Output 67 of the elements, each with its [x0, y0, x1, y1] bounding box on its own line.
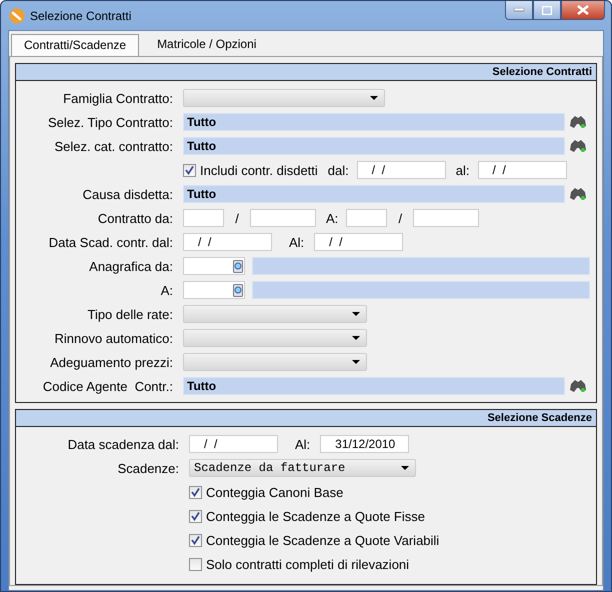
checkbox[interactable]: [183, 164, 196, 176]
section-title: Selezione Scadenze: [487, 412, 592, 424]
checkbox[interactable]: [189, 558, 202, 570]
date-field[interactable]: / /: [478, 161, 566, 179]
field-label: dal:: [328, 162, 349, 178]
input-field[interactable]: [346, 209, 388, 227]
search-icon[interactable]: [233, 260, 243, 272]
field-label: Anagrafica da:: [88, 258, 173, 274]
window-title: Selezione Contratti: [30, 8, 132, 22]
close-button[interactable]: [561, 1, 605, 20]
app-icon: [9, 8, 25, 24]
checkbox[interactable]: [189, 510, 202, 522]
field-label: Selez. cat. contratto:: [53, 138, 173, 154]
caret-icon: [352, 312, 360, 316]
checkbox-label: Conteggia le Scadenze a Quote Fisse: [206, 508, 425, 524]
field-label: A:: [326, 210, 338, 226]
minimize-button[interactable]: [505, 1, 533, 20]
caret-icon: [370, 96, 378, 100]
input-field[interactable]: [250, 209, 316, 227]
date-field[interactable]: / /: [356, 161, 446, 179]
close-icon: [577, 5, 589, 15]
tab[interactable]: Matricole / Opzioni: [145, 34, 268, 56]
field-label: Famiglia Contratto:: [62, 90, 173, 106]
input-field[interactable]: [183, 209, 224, 227]
field-label: Selez. Tipo Contratto:: [46, 114, 173, 130]
date-field[interactable]: 31/12/2010: [320, 435, 410, 453]
field-label: Data scadenza dal:: [66, 436, 179, 452]
maximize-button[interactable]: [533, 1, 561, 20]
field-label: A:: [160, 282, 173, 298]
search-icon[interactable]: [233, 284, 243, 296]
field-label: Adeguamento prezzi:: [49, 354, 173, 370]
field-label: Scadenze:: [116, 460, 179, 476]
field-label: Rinnovo automatico:: [53, 330, 173, 346]
date-field[interactable]: / /: [183, 233, 272, 251]
field-label: Causa disdetta:: [82, 186, 173, 202]
checkbox[interactable]: [189, 534, 202, 546]
date-field[interactable]: / /: [189, 435, 278, 453]
field-label: Contratto da:: [96, 210, 173, 226]
dropdown[interactable]: Scadenze da fatturare: [189, 459, 416, 477]
minimize-icon: [514, 8, 524, 12]
input-field[interactable]: Tutto: [183, 377, 565, 395]
field-label: Codice Agente Contr.:: [42, 378, 173, 394]
input-field[interactable]: Tutto: [183, 113, 565, 131]
input-field[interactable]: [183, 281, 245, 299]
tab[interactable]: Contratti/Scadenze: [11, 34, 140, 57]
checkbox-label: Conteggia le Scadenze a Quote Variabili: [206, 532, 440, 548]
checkbox-label: Includi contr. disdetti: [200, 162, 318, 178]
field-label: Tipo delle rate:: [86, 306, 173, 322]
input-field[interactable]: Tutto: [183, 137, 565, 155]
section-title: Selezione Contratti: [492, 66, 592, 78]
field-label: Al:: [289, 234, 304, 250]
maximize-icon: [542, 6, 552, 14]
separator-text: /: [234, 210, 240, 226]
date-field[interactable]: / /: [314, 233, 404, 251]
checkbox-label: Conteggia Canoni Base: [206, 484, 344, 500]
caret-icon: [352, 336, 360, 340]
caret-icon: [401, 466, 409, 470]
caret-icon: [352, 360, 360, 364]
input-field[interactable]: Tutto: [183, 185, 565, 203]
separator-text: /: [397, 210, 404, 226]
checkbox[interactable]: [189, 486, 202, 498]
input-field[interactable]: [183, 257, 245, 275]
field-label: al:: [456, 162, 470, 178]
checkbox-label: Solo contratti completi di rilevazioni: [206, 556, 410, 572]
input-field[interactable]: [413, 209, 480, 227]
field-label: Al:: [295, 436, 310, 452]
field-label: Data Scad. contr. dal:: [48, 234, 173, 250]
